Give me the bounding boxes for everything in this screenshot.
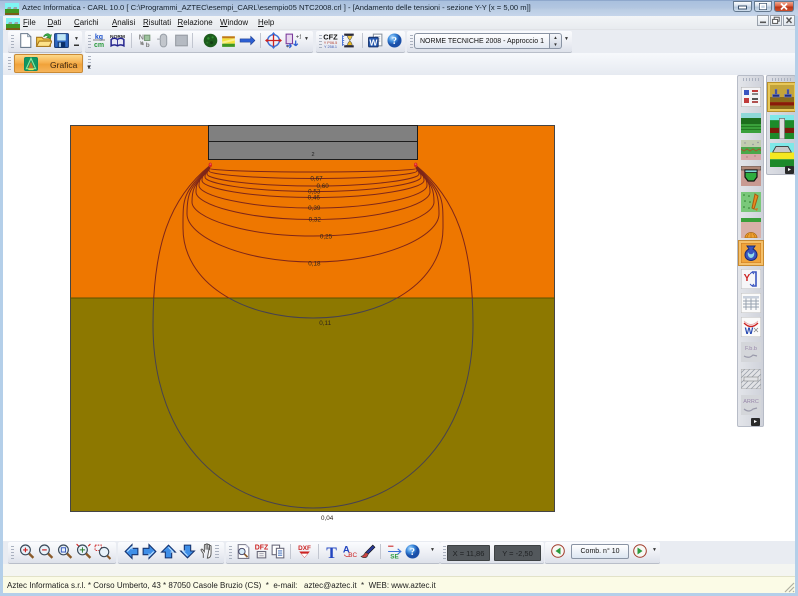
- svg-text:Y 258.1: Y 258.1: [324, 45, 337, 49]
- svg-text:b: b: [146, 42, 150, 49]
- svg-text:N: N: [139, 32, 144, 41]
- svg-text:CFZ: CFZ: [323, 32, 338, 41]
- svg-text:0,39: 0,39: [308, 205, 321, 212]
- svg-text:0,25: 0,25: [320, 233, 333, 240]
- svg-text:0,11: 0,11: [319, 320, 331, 327]
- svg-text:?: ?: [410, 547, 415, 558]
- svg-text:?: ?: [392, 36, 397, 47]
- svg-text:0,04: 0,04: [321, 515, 334, 522]
- svg-text:+: +: [286, 44, 289, 49]
- svg-text:0,18: 0,18: [308, 261, 321, 268]
- svg-text:0,32: 0,32: [309, 217, 322, 224]
- svg-text:0,67: 0,67: [310, 176, 323, 183]
- svg-text:Y: Y: [744, 273, 751, 284]
- svg-text:cm: cm: [94, 42, 104, 48]
- svg-text:T: T: [326, 545, 337, 560]
- svg-text:W: W: [369, 37, 378, 47]
- svg-text:0,46: 0,46: [308, 194, 321, 201]
- svg-text:F.b.b: F.b.b: [745, 346, 757, 352]
- svg-text:BC: BC: [348, 552, 357, 559]
- svg-text:SE: SE: [390, 553, 398, 560]
- svg-text:ARRC: ARRC: [743, 399, 759, 405]
- svg-text:DFZ: DFZ: [255, 544, 269, 551]
- svg-text:+1: +1: [296, 34, 301, 40]
- svg-text:2: 2: [311, 152, 314, 158]
- svg-text:DXF: DXF: [298, 545, 311, 552]
- svg-text:W: W: [745, 326, 754, 336]
